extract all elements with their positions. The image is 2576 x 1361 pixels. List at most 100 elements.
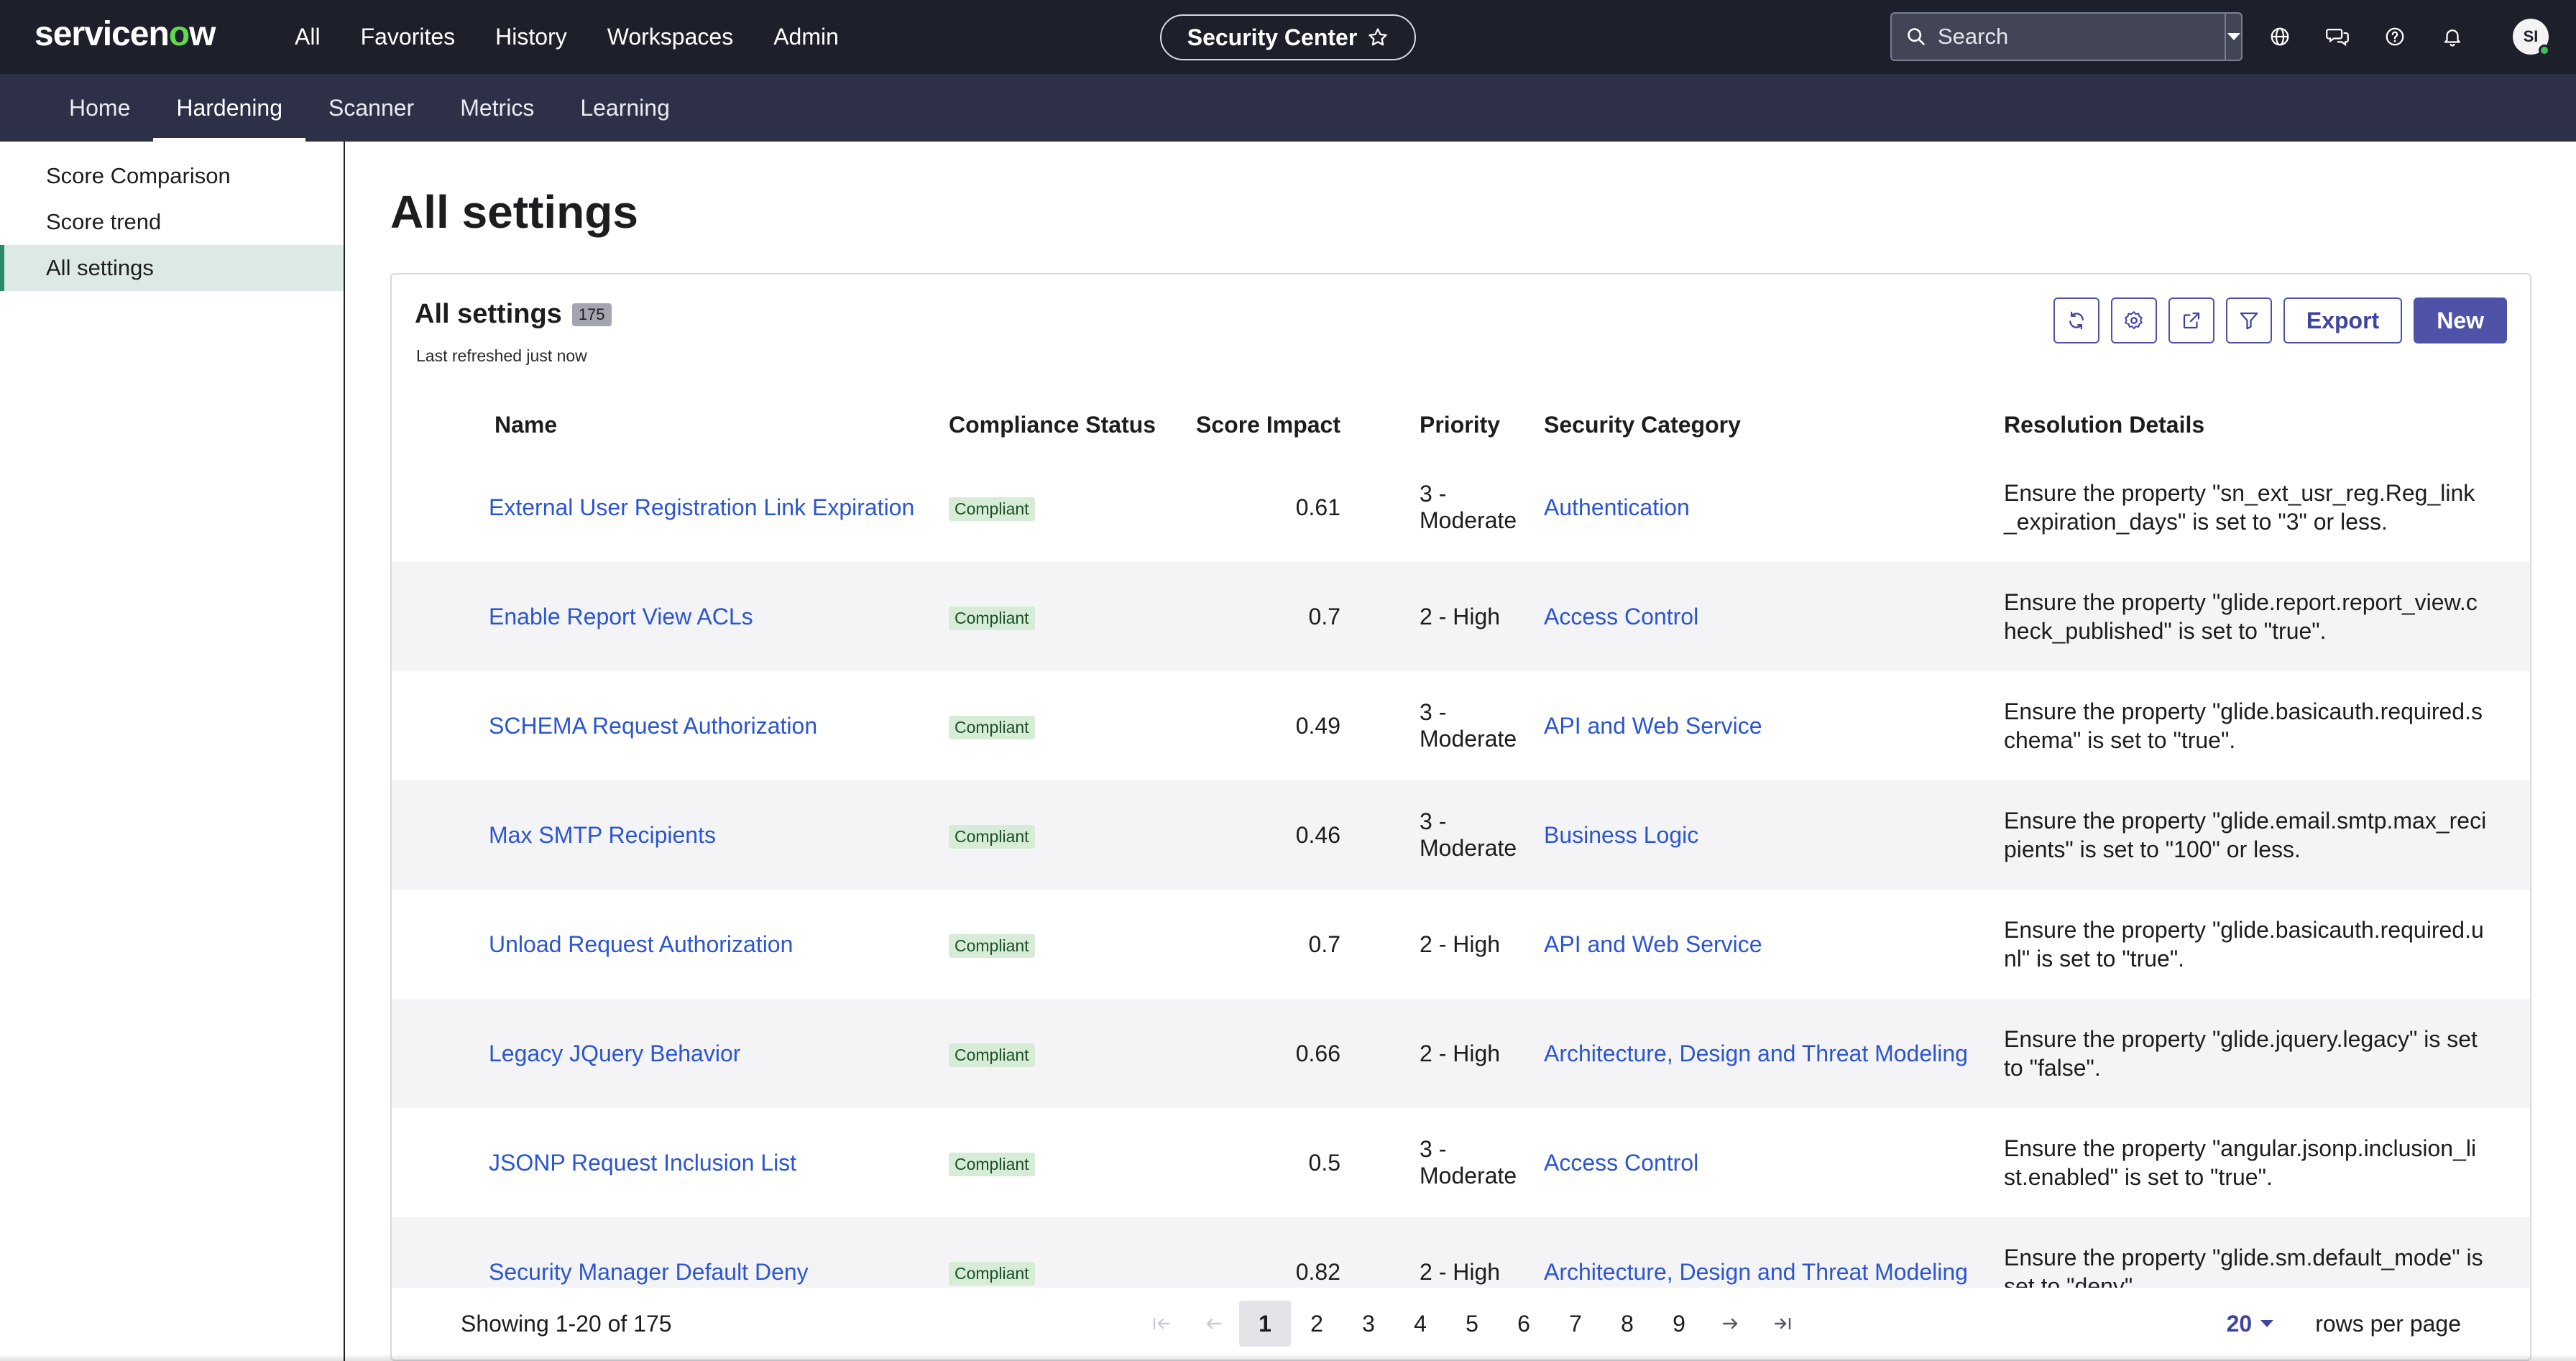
export-button[interactable]: Export	[2283, 297, 2403, 343]
page-4[interactable]: 4	[1394, 1301, 1446, 1347]
security-category-link[interactable]: Authentication	[1544, 494, 1690, 520]
column-header-priority[interactable]: Priority	[1340, 397, 1544, 453]
star-icon[interactable]	[1367, 27, 1389, 48]
priority-cell: 2 - High	[1420, 1040, 1501, 1066]
page-9[interactable]: 9	[1653, 1301, 1705, 1347]
window-bottom-edge	[0, 1354, 2576, 1361]
table-row[interactable]: Unload Request Authorization Compliant 0.7…	[392, 890, 2530, 999]
security-category-link[interactable]: API and Web Service	[1544, 931, 1762, 957]
page-2[interactable]: 2	[1291, 1301, 1343, 1347]
column-header-security-category[interactable]: Security Category	[1544, 397, 2004, 453]
refresh-button[interactable]	[2053, 297, 2099, 343]
nav-admin[interactable]: Admin	[773, 24, 839, 50]
help-icon[interactable]	[2380, 20, 2409, 53]
nav-history[interactable]: History	[495, 24, 567, 50]
column-select	[392, 397, 489, 453]
security-category-link[interactable]: Access Control	[1544, 1150, 1698, 1176]
row-select-cell	[392, 453, 489, 562]
sidebar-item-all-settings[interactable]: All settings	[0, 245, 344, 291]
previous-page-button[interactable]	[1187, 1301, 1239, 1347]
column-header-score-impact[interactable]: Score Impact	[1186, 397, 1340, 453]
setting-name-link[interactable]: Legacy JQuery Behavior	[489, 1041, 740, 1066]
page-8[interactable]: 8	[1601, 1301, 1653, 1347]
setting-name-link[interactable]: JSONP Request Inclusion List	[489, 1150, 796, 1176]
search-scope-dropdown[interactable]	[2225, 14, 2242, 60]
filter-button[interactable]	[2225, 297, 2272, 343]
arrow-left-icon	[1206, 1318, 1222, 1329]
bell-icon[interactable]	[2438, 20, 2467, 53]
column-header-resolution-details[interactable]: Resolution Details	[2004, 397, 2530, 453]
tab-hardening[interactable]: Hardening	[153, 74, 305, 142]
table-row[interactable]: External User Registration Link Expirati…	[392, 453, 2530, 562]
tab-scanner[interactable]: Scanner	[305, 74, 437, 142]
priority-cell: 3 - Moderate	[1420, 808, 1517, 861]
column-header-name[interactable]: Name	[489, 397, 949, 453]
setting-name-link[interactable]: Max SMTP Recipients	[489, 822, 716, 848]
table-row[interactable]: Max SMTP Recipients Compliant 0.46 3 - Mode…	[392, 780, 2530, 890]
setting-name-link[interactable]: SCHEMA Request Authorization	[489, 713, 817, 739]
name-cell: External User Registration Link Expirati…	[489, 453, 949, 562]
workspace-title: Security Center	[1187, 24, 1358, 50]
workspace-pill[interactable]: Security Center	[1160, 14, 1416, 60]
table-row[interactable]: SCHEMA Request Authorization Compliant 0.4…	[392, 671, 2530, 780]
setting-name-link[interactable]: External User Registration Link Expirati…	[489, 494, 914, 520]
column-header-compliance-status[interactable]: Compliance Status	[949, 397, 1186, 453]
setting-name-link[interactable]: Unload Request Authorization	[489, 931, 793, 957]
first-page-icon	[1153, 1318, 1170, 1329]
settings-table: Name Compliance Status Score Impact Prio…	[392, 397, 2530, 1327]
page-6[interactable]: 6	[1498, 1301, 1550, 1347]
pagination-bar: Showing 1-20 of 175 1 2 3 4 5 6 7 8 9 20…	[392, 1288, 2530, 1360]
page-1[interactable]: 1	[1239, 1301, 1291, 1347]
security-category-link[interactable]: Architecture, Design and Threat Modeling	[1544, 1259, 1968, 1285]
showing-count: Showing 1-20 of 175	[461, 1310, 672, 1337]
name-cell: JSONP Request Inclusion List	[489, 1108, 949, 1217]
score-impact-cell: 0.7	[1308, 931, 1340, 957]
security-category-link[interactable]: API and Web Service	[1544, 713, 1762, 739]
security-category-link[interactable]: Access Control	[1544, 604, 1698, 629]
chat-icon[interactable]	[2323, 20, 2352, 53]
list-settings-button[interactable]	[2110, 297, 2157, 343]
sidebar-item-score-trend[interactable]: Score trend	[0, 199, 344, 245]
status-cell: Compliant	[949, 562, 1186, 671]
last-page-button[interactable]	[1757, 1301, 1808, 1347]
nav-favorites[interactable]: Favorites	[361, 24, 456, 50]
page-7[interactable]: 7	[1550, 1301, 1601, 1347]
user-avatar[interactable]: SI	[2513, 19, 2550, 56]
score-impact-cell: 0.66	[1295, 1040, 1340, 1066]
score-impact-cell: 0.5	[1308, 1149, 1340, 1176]
resolution-cell: Ensure the property "glide.basicauth.req…	[2004, 917, 2484, 972]
list-title: All settings	[415, 299, 562, 329]
sidebar-item-score-comparison[interactable]: Score Comparison	[0, 153, 344, 199]
nav-all[interactable]: All	[295, 24, 321, 50]
next-page-button[interactable]	[1705, 1301, 1757, 1347]
tab-learning[interactable]: Learning	[557, 74, 693, 142]
setting-name-link[interactable]: Enable Report View ACLs	[489, 604, 753, 629]
servicenow-logo[interactable]: servicenow	[34, 14, 216, 54]
security-category-link[interactable]: Business Logic	[1544, 822, 1698, 848]
table-row[interactable]: Enable Report View ACLs Compliant 0.7 2 - H…	[392, 562, 2530, 671]
status-cell: Compliant	[949, 671, 1186, 780]
settings-icon	[2124, 311, 2143, 330]
page-3[interactable]: 3	[1343, 1301, 1394, 1347]
first-page-button[interactable]	[1136, 1301, 1187, 1347]
share-button[interactable]	[2168, 297, 2214, 343]
tab-metrics[interactable]: Metrics	[437, 74, 557, 142]
security-category-link[interactable]: Architecture, Design and Threat Modeling	[1544, 1041, 1968, 1066]
page-5[interactable]: 5	[1446, 1301, 1498, 1347]
tab-home[interactable]: Home	[46, 74, 153, 142]
pagination-controls: 1 2 3 4 5 6 7 8 9	[1136, 1301, 1808, 1347]
category-cell: Business Logic	[1544, 780, 2004, 890]
search-input[interactable]	[1938, 24, 2225, 50]
page-title: All settings	[390, 186, 638, 238]
priority-cell: 3 - Moderate	[1420, 1136, 1517, 1189]
globe-icon[interactable]	[2266, 20, 2294, 53]
sidebar: Score Comparison Score trend All setting…	[0, 142, 345, 1361]
new-button[interactable]: New	[2414, 297, 2507, 343]
table-row[interactable]: JSONP Request Inclusion List Compliant 0.5…	[392, 1108, 2530, 1217]
nav-workspaces[interactable]: Workspaces	[607, 24, 733, 50]
rows-per-page-value: 20	[2226, 1310, 2253, 1337]
status-cell: Compliant	[949, 780, 1186, 890]
rows-per-page-select[interactable]: 20	[2227, 1311, 2276, 1337]
table-row[interactable]: Legacy JQuery Behavior Compliant 0.66 2 - H…	[392, 999, 2530, 1108]
setting-name-link[interactable]: Security Manager Default Deny	[489, 1259, 809, 1285]
